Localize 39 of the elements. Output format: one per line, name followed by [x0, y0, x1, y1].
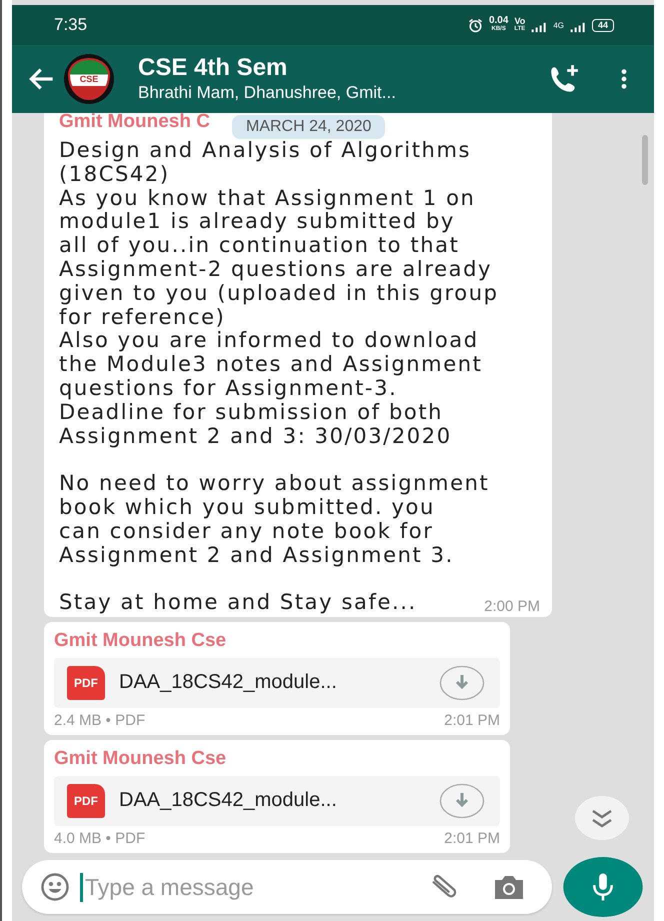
download-icon[interactable] [439, 664, 485, 701]
menu-icon[interactable] [620, 68, 628, 90]
emoji-icon[interactable] [40, 872, 70, 902]
pdf-icon: PDF [67, 666, 105, 700]
message-time: 2:01 PM [444, 710, 500, 731]
chat-members: Bhrathi Mam, Dhanushree, Gmit... [138, 82, 397, 104]
volte-label: Vo [514, 17, 526, 25]
microphone-button[interactable] [562, 857, 644, 917]
download-icon[interactable] [439, 782, 485, 819]
alarm-icon [468, 18, 483, 32]
message-text: Stay at home and Stay safe... [59, 591, 417, 615]
chat-title: CSE 4th Sem [138, 54, 288, 82]
file-name: DAA_18CS42_module... [119, 671, 338, 694]
sender-name: Gmit Mounesh Cse [54, 630, 228, 652]
status-time: 7:35 [54, 15, 88, 35]
network-type: 4G [553, 20, 564, 30]
message-text: Design and Analysis of Algorithms (18CS42) As you know that Assignment 1 on module1 is already submitted by all of you..in continuation to that Assignment-2 questions are already given to you (uploaded in this group for reference) Also you are informed to download the Module3 notes and Assignment questions for Assignment-3. Deadline for submission of both Assignment 2 and 3: 30/03/2020 [59, 139, 500, 448]
sender-name: Gmit Mounesh Cse [54, 748, 228, 770]
add-call-icon[interactable] [548, 63, 580, 95]
date-chip: MARCH 24, 2020 [232, 115, 386, 139]
group-avatar[interactable]: CSE [64, 54, 114, 104]
message-input[interactable]: Type a message [80, 872, 416, 902]
scrollbar[interactable] [642, 135, 648, 185]
network-speed: 0.04 [488, 17, 508, 25]
scroll-down-button[interactable] [574, 795, 630, 841]
camera-icon[interactable] [492, 873, 526, 901]
file-name: DAA_18CS42_module... [119, 789, 338, 812]
file-info: 4.0 MB • PDF [54, 828, 146, 849]
sender-name: Gmit Mounesh C [59, 113, 210, 133]
file-info: 2.4 MB • PDF [54, 710, 146, 731]
message-field[interactable]: Type a message [22, 860, 552, 914]
pdf-icon: PDF [67, 784, 105, 818]
message-time: 2:00 PM [484, 598, 540, 615]
message-time: 2:01 PM [444, 828, 500, 849]
message-text: No need to worry about assignment book which you submitted. you can consider any note book for Assignment 2 and Assignment 3. [59, 472, 490, 568]
file-attachment[interactable]: PDF DAA_18CS42_module... [54, 658, 500, 708]
avatar-label: CSE [80, 74, 98, 84]
battery-level: 44 [592, 18, 614, 32]
file-attachment[interactable]: PDF DAA_18CS42_module... [54, 776, 500, 826]
